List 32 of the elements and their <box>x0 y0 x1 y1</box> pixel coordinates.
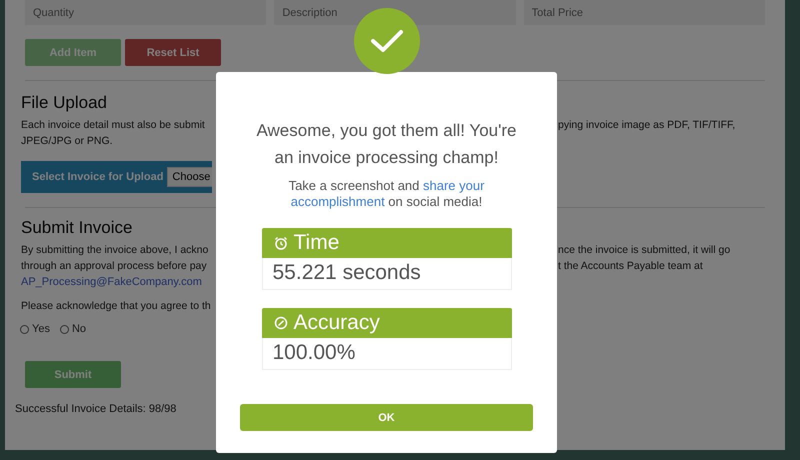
dialog-message: Take a screenshot and share your accomplishment on social media! <box>288 178 486 210</box>
radio-option[interactable]: No <box>60 323 86 335</box>
paragraph-text: t the Accounts Payable team at <box>558 260 704 272</box>
radio-icon[interactable] <box>20 324 29 334</box>
gauge-icon <box>274 316 288 330</box>
paragraph-text: Each invoice detail must also be submit <box>21 119 206 131</box>
section-heading: File Upload <box>21 93 108 113</box>
upload-label: Select Invoice for Upload <box>32 171 164 183</box>
stat-label: Time <box>294 231 340 255</box>
ok-button[interactable]: OK <box>240 404 533 431</box>
input-field[interactable]: Total Price <box>524 0 765 25</box>
section-heading: Submit Invoice <box>21 218 134 238</box>
stat-value: 55.221 seconds <box>262 258 512 290</box>
paragraph-text: Please acknowledge that you agree to th <box>21 300 212 312</box>
stat-value: 100.00% <box>262 338 512 370</box>
stat-label: Accuracy <box>294 311 380 335</box>
paragraph-text: nce the invoice is submitted, it will go <box>558 244 732 256</box>
share-link[interactable]: share your <box>423 178 484 193</box>
alarm-clock-icon <box>274 236 288 250</box>
dialog-title: Awesome, you got them all! You're an invoice processing champ! <box>256 120 518 169</box>
share-link[interactable]: accomplishment <box>290 194 385 209</box>
choose-file-button[interactable]: Choose <box>167 167 212 187</box>
paragraph-text: pying invoice image as PDF, TIF/TIFF, <box>558 119 736 131</box>
paragraph-text: By submitting the invoice above, I ackno <box>21 244 210 256</box>
radio-icon[interactable] <box>60 324 69 334</box>
radio-option[interactable]: Yes <box>20 323 50 335</box>
email-link[interactable]: AP_Processing@FakeCompany.com <box>21 276 216 288</box>
paragraph-text: JPEG/JPG or PNG. <box>21 135 114 147</box>
paragraph-text: through an approval process before pay <box>21 260 208 272</box>
input-field[interactable]: Quantity <box>25 0 266 25</box>
status-text: Successful Invoice Details: 98/98 <box>15 403 178 415</box>
reset-button[interactable]: Reset List <box>125 39 221 66</box>
